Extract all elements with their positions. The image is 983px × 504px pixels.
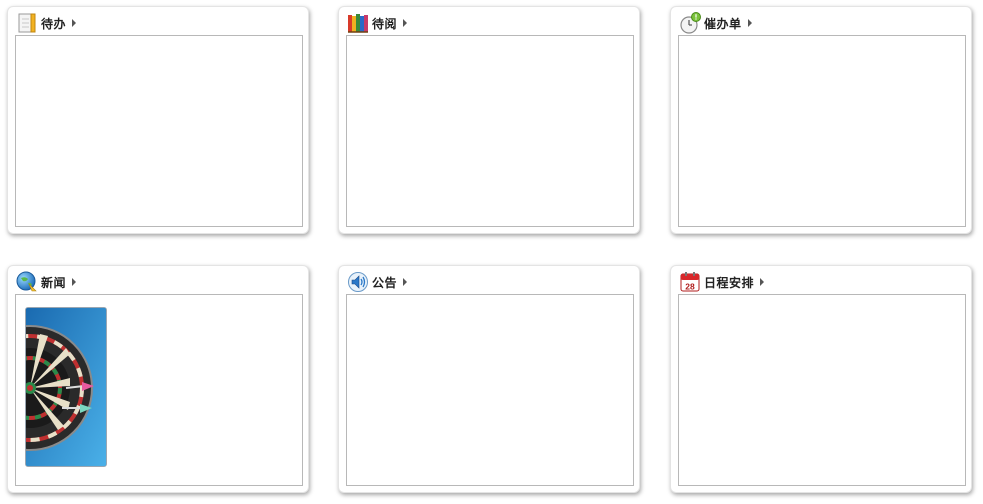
panel-content — [15, 35, 303, 227]
calendar-day-text: 28 — [685, 282, 695, 292]
panel-header: 28 日程安排 — [679, 270, 963, 294]
panel-content — [15, 294, 303, 486]
notebook-icon — [16, 12, 38, 34]
panel-title[interactable]: 催办单 — [704, 15, 742, 32]
panel-schedule: 28 日程安排 — [670, 265, 972, 493]
panel-notice: 公告 — [338, 265, 640, 493]
panel-content — [346, 35, 634, 227]
panel-title[interactable]: 待阅 — [372, 15, 397, 32]
more-arrow-icon[interactable] — [72, 19, 77, 27]
panel-title[interactable]: 日程安排 — [704, 274, 754, 291]
panel-title[interactable]: 公告 — [372, 274, 397, 291]
more-arrow-icon[interactable] — [747, 19, 752, 27]
panel-header: 公告 — [347, 270, 631, 294]
dartboard-image[interactable] — [25, 307, 107, 467]
panel-header: 待办 — [16, 11, 300, 35]
panel-content — [678, 294, 966, 486]
globe-icon — [16, 271, 38, 293]
panel-header: 新闻 — [16, 270, 300, 294]
more-arrow-icon[interactable] — [72, 278, 77, 286]
more-arrow-icon[interactable] — [403, 19, 408, 27]
panel-title[interactable]: 待办 — [41, 15, 66, 32]
panel-title[interactable]: 新闻 — [41, 274, 66, 291]
panel-content — [346, 294, 634, 486]
panel-urge: 催办单 — [670, 6, 972, 234]
panel-header: 催办单 — [679, 11, 963, 35]
more-arrow-icon[interactable] — [760, 278, 765, 286]
speaker-icon — [347, 271, 369, 293]
panel-toread: 待阅 — [338, 6, 640, 234]
panel-content — [678, 35, 966, 227]
more-arrow-icon[interactable] — [403, 278, 408, 286]
calendar-icon: 28 — [679, 271, 701, 293]
panel-news: 新闻 — [7, 265, 309, 493]
panel-header: 待阅 — [347, 11, 631, 35]
books-icon — [347, 12, 369, 34]
panel-todo: 待办 — [7, 6, 309, 234]
clock-alert-icon — [679, 12, 701, 34]
